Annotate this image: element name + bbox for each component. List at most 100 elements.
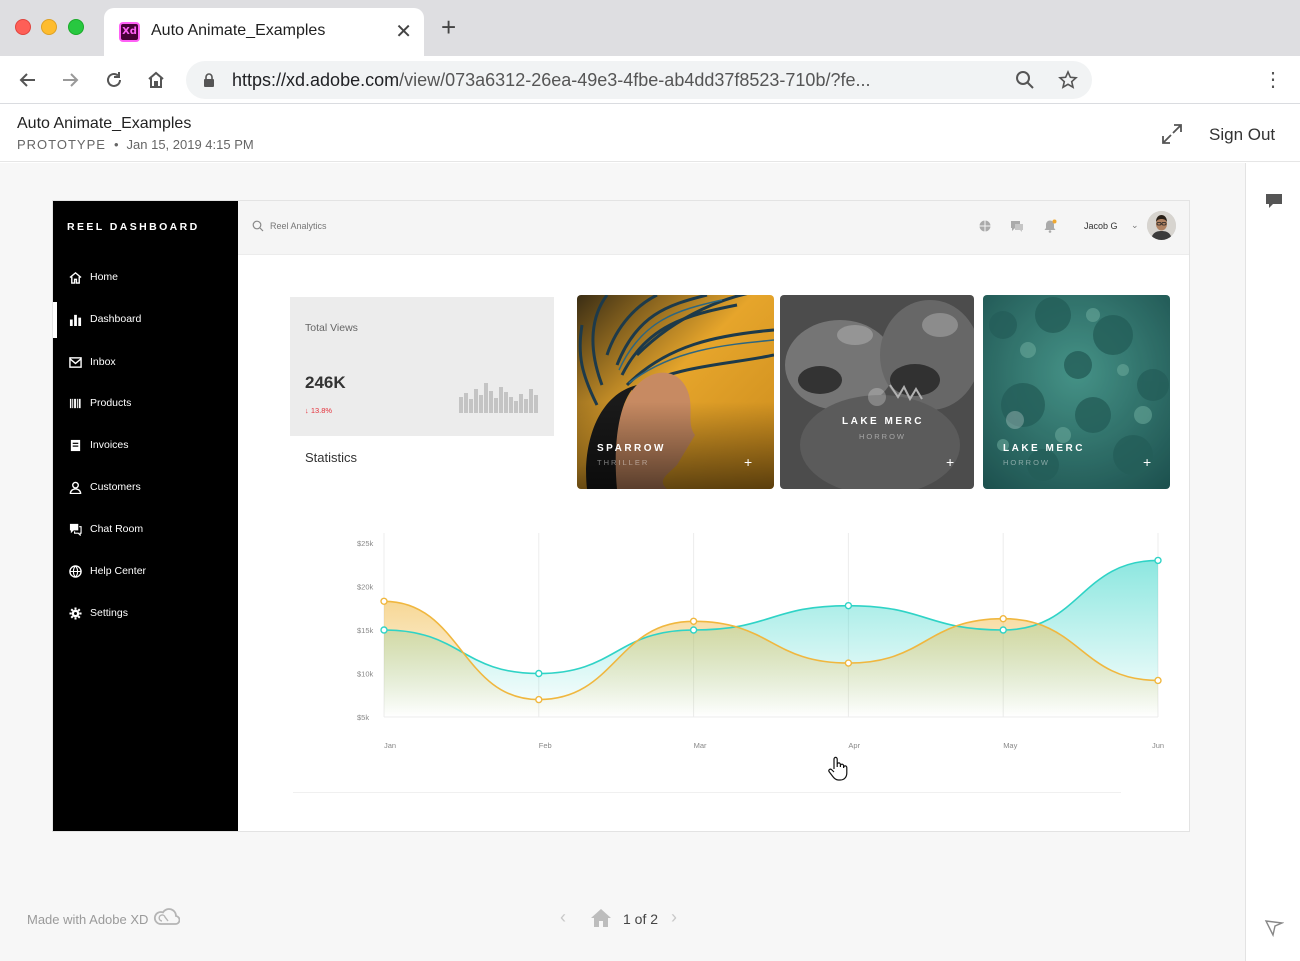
- back-icon[interactable]: [14, 66, 42, 94]
- y-tick-label: $20k: [357, 583, 374, 592]
- divider: [293, 792, 1121, 793]
- chevron-down-icon[interactable]: ⌄: [1131, 220, 1139, 231]
- sidebar-item-help-center[interactable]: Help Center: [53, 559, 238, 585]
- sidebar-item-inbox[interactable]: Inbox: [53, 350, 238, 376]
- search-icon[interactable]: [252, 220, 264, 232]
- data-point: [999, 614, 1007, 623]
- x-tick-label: Jun: [1152, 741, 1164, 750]
- document-meta: PROTOTYPE • Jan 15, 2019 4:15 PM: [17, 137, 254, 152]
- sidebar-item-chat-room[interactable]: Chat Room: [53, 517, 238, 543]
- sign-out-button[interactable]: Sign Out: [1209, 125, 1275, 145]
- total-views-card[interactable]: Total Views 246K ↓ 13.8%: [290, 297, 554, 436]
- add-icon[interactable]: +: [1143, 455, 1151, 469]
- separator-dot: •: [113, 137, 119, 152]
- invoice-icon: [70, 439, 81, 452]
- data-point: [689, 626, 698, 634]
- y-tick-label: $5k: [357, 713, 369, 722]
- fullscreen-icon[interactable]: [1160, 122, 1184, 146]
- globe-icon: [69, 565, 82, 578]
- bookmark-star-icon[interactable]: [1058, 70, 1078, 90]
- sidebar-item-products[interactable]: Products: [53, 391, 238, 417]
- app-sidebar: REEL DASHBOARD Home Dashboard Inbox Prod…: [53, 201, 238, 831]
- chat-icon: [69, 523, 82, 536]
- data-point: [1154, 556, 1162, 565]
- sidebar-item-label: Customers: [90, 481, 141, 493]
- stats-value: 246K: [305, 373, 346, 392]
- add-icon[interactable]: +: [946, 455, 954, 469]
- new-tab-icon[interactable]: +: [441, 14, 456, 40]
- home-icon[interactable]: [142, 66, 170, 94]
- mini-bar-chart: [459, 383, 538, 413]
- avatar[interactable]: [1147, 211, 1176, 240]
- page-counter: 1 of 2: [623, 911, 659, 927]
- sidebar-item-label: Home: [90, 271, 119, 283]
- sidebar-item-invoices[interactable]: Invoices: [53, 433, 238, 459]
- address-bar[interactable]: https://xd.adobe.com/view/073a6312-26ea-…: [186, 61, 1092, 99]
- search-input[interactable]: Reel Analytics: [270, 221, 327, 231]
- artboard: REEL DASHBOARD Home Dashboard Inbox Prod…: [52, 200, 1190, 832]
- data-point: [1154, 676, 1162, 685]
- gear-icon: [69, 607, 82, 620]
- stats-change: ↓ 13.8%: [305, 406, 333, 415]
- play-icon[interactable]: [868, 388, 886, 406]
- next-page-icon[interactable]: ›: [671, 907, 677, 928]
- sidebar-item-customers[interactable]: Customers: [53, 475, 238, 501]
- pin-icon[interactable]: [1264, 918, 1284, 938]
- comments-rail: [1245, 163, 1300, 961]
- data-point: [535, 669, 543, 678]
- close-window-button[interactable]: [15, 19, 31, 35]
- xd-favicon-icon: Xd: [119, 22, 140, 42]
- user-icon: [69, 481, 82, 494]
- data-point: [844, 601, 853, 610]
- browser-toolbar: https://xd.adobe.com/view/073a6312-26ea-…: [0, 56, 1300, 104]
- x-tick-label: Apr: [848, 741, 860, 750]
- media-genre: HORROW: [1003, 458, 1050, 467]
- media-card-sparrow[interactable]: SPARROW THRILLER +: [577, 295, 774, 489]
- data-point: [844, 659, 853, 667]
- minimize-window-button[interactable]: [41, 19, 57, 35]
- y-tick-label: $15k: [357, 626, 374, 635]
- forward-icon[interactable]: [56, 66, 84, 94]
- more-menu-icon[interactable]: ⋮: [1262, 68, 1284, 92]
- add-icon[interactable]: +: [744, 455, 752, 469]
- sidebar-item-label: Products: [90, 397, 132, 409]
- hand-pointer-icon: [828, 756, 848, 781]
- stats-label: Total Views: [305, 322, 358, 334]
- x-tick-label: Jan: [384, 741, 396, 750]
- chat-icon[interactable]: [1010, 219, 1024, 233]
- browser-tab-bar: Xd Auto Animate_Examples ✕ +: [0, 0, 1300, 56]
- comment-icon[interactable]: [1264, 191, 1284, 211]
- sidebar-item-dashboard[interactable]: Dashboard: [53, 302, 238, 338]
- statistics-chart: $5k $10k $15k $20k $25k Jan Feb Mar Apr May Jun: [357, 533, 1164, 750]
- zoom-icon[interactable]: [1015, 70, 1035, 90]
- app-brand: REEL DASHBOARD: [67, 221, 200, 233]
- play-icon[interactable]: [1006, 411, 1024, 429]
- x-tick-label: Mar: [694, 741, 707, 750]
- previous-page-icon[interactable]: ‹: [560, 907, 566, 928]
- sidebar-item-label: Inbox: [90, 356, 116, 368]
- browser-tab[interactable]: Xd Auto Animate_Examples ✕: [104, 8, 424, 56]
- sidebar-item-settings[interactable]: Settings: [53, 601, 238, 627]
- maximize-window-button[interactable]: [68, 19, 84, 35]
- y-tick-label: $25k: [357, 539, 374, 548]
- tab-close-icon[interactable]: ✕: [395, 19, 412, 44]
- sidebar-item-label: Help Center: [90, 565, 147, 577]
- media-title: LAKE MERC: [1003, 443, 1085, 454]
- home-icon[interactable]: [590, 908, 612, 928]
- media-title: SPARROW: [597, 443, 666, 454]
- statistics-heading: Statistics: [305, 450, 358, 465]
- sidebar-item-home[interactable]: Home: [53, 265, 238, 291]
- media-card-lake-merc-2[interactable]: LAKE MERC HORROW +: [983, 295, 1170, 489]
- reload-icon[interactable]: [100, 66, 128, 94]
- sidebar-item-label: Invoices: [90, 439, 129, 451]
- media-card-lake-merc-1[interactable]: LAKE MERC HORROW +: [780, 295, 974, 489]
- globe-icon[interactable]: [978, 219, 992, 233]
- notification-bell-icon[interactable]: [1043, 219, 1057, 233]
- home-icon: [69, 271, 82, 284]
- user-name[interactable]: Jacob G: [1084, 221, 1118, 231]
- url-text: https://xd.adobe.com/view/073a6312-26ea-…: [232, 70, 871, 90]
- data-point: [999, 626, 1007, 634]
- media-title: LAKE MERC: [842, 416, 924, 427]
- sidebar-item-label: Dashboard: [90, 313, 142, 325]
- tab-title: Auto Animate_Examples: [151, 22, 326, 39]
